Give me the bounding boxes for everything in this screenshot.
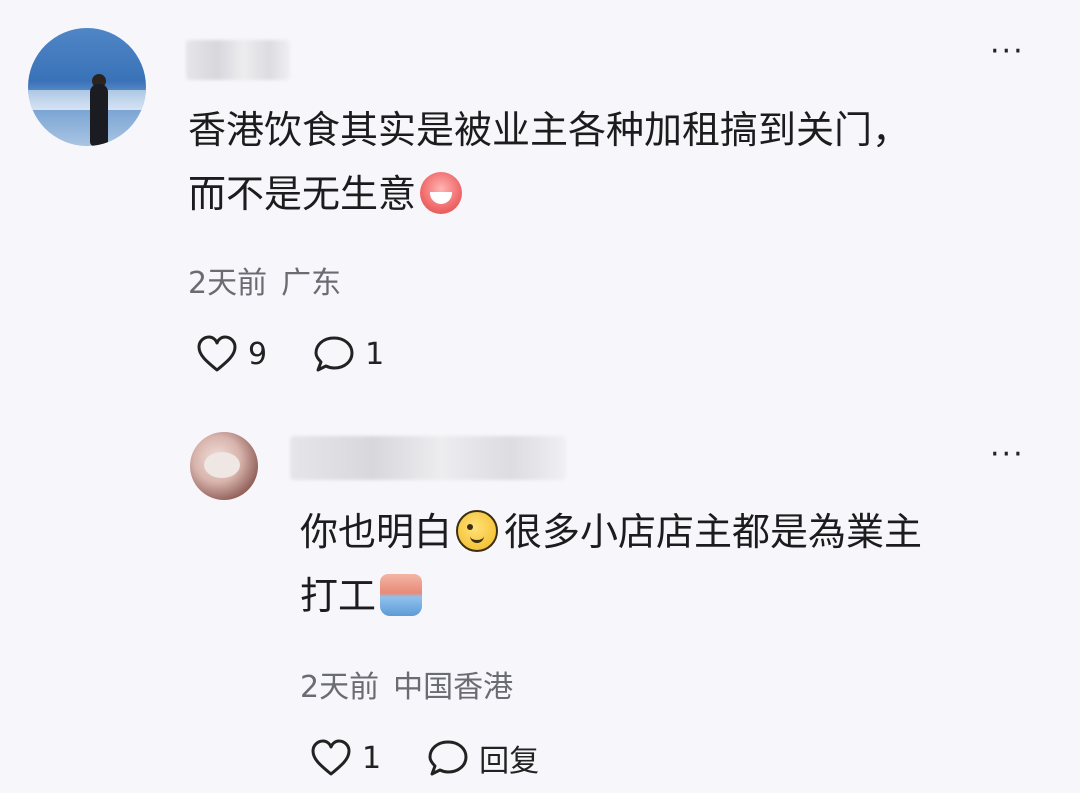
reply-text-line-2-content: 打工: [300, 574, 377, 618]
replier-avatar[interactable]: [190, 432, 258, 500]
like-count: 9: [248, 336, 268, 372]
grin-emoji-icon: [420, 172, 463, 214]
speech-bubble-icon: [314, 336, 354, 372]
reply-text-part-2: 很多小店店主都是為業主: [504, 510, 923, 554]
comment-actions: 9 1: [196, 334, 430, 374]
reply-button[interactable]: 回复: [427, 736, 539, 780]
commenter-avatar[interactable]: [28, 28, 146, 146]
like-button[interactable]: 9: [196, 335, 267, 373]
more-dots-icon[interactable]: ···: [990, 440, 1025, 470]
comment-text-line-2: 而不是无生意: [188, 164, 463, 224]
heart-outline-icon: [197, 335, 237, 372]
reply-count-button[interactable]: 1: [313, 334, 384, 374]
comment-text-line-1: 香港饮食其实是被业主各种加租搞到关门，: [188, 108, 911, 152]
replier-name-blurred[interactable]: [290, 436, 566, 480]
reply-button-label: 回复: [479, 744, 540, 779]
reply-like-button[interactable]: 1: [310, 739, 381, 777]
comment-text-line-2-content: 而不是无生意: [188, 172, 417, 216]
reply-actions: 1 回复: [310, 736, 585, 780]
comment-location: 广东: [281, 266, 342, 301]
speech-bubble-icon: [428, 740, 468, 776]
comment-time: 2天前: [188, 266, 268, 301]
heart-outline-icon: [311, 739, 351, 776]
more-dots-icon[interactable]: ···: [990, 37, 1025, 67]
reply-text-part-1: 你也明白: [300, 510, 453, 554]
wink-emoji-icon: [456, 510, 499, 552]
reply-location: 中国香港: [393, 670, 514, 705]
reply-time: 2天前: [300, 670, 380, 705]
reply-like-count: 1: [362, 740, 382, 776]
reply-count: 1: [365, 336, 385, 372]
comment-meta: 2天前 广东: [188, 258, 341, 302]
reply-text-line-1: 你也明白 很多小店店主都是為業主: [300, 502, 922, 562]
reply-text-line-2: 打工: [300, 566, 423, 626]
kneel-emoji-icon: [380, 574, 423, 616]
reply-meta: 2天前 中国香港: [300, 662, 513, 706]
commenter-name-blurred[interactable]: [186, 40, 290, 80]
